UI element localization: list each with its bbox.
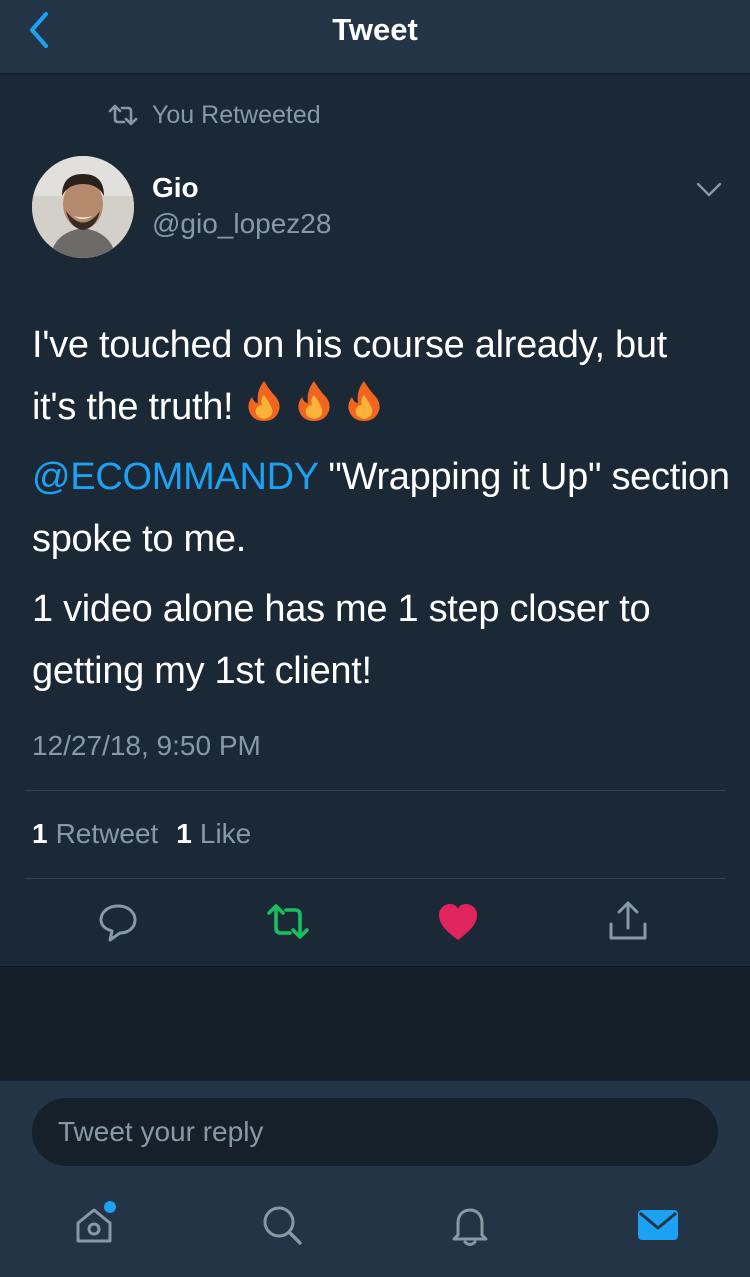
search-icon bbox=[263, 1206, 302, 1245]
tab-search[interactable] bbox=[258, 1201, 306, 1249]
author-handle[interactable]: @gio_lopez28 bbox=[152, 208, 331, 240]
replies-area bbox=[0, 967, 750, 1081]
avatar[interactable] bbox=[32, 156, 134, 258]
mention-link[interactable]: @ECOMMANDY bbox=[32, 456, 318, 498]
bell-icon bbox=[452, 1208, 488, 1246]
retweet-icon bbox=[267, 904, 309, 939]
retweet-button[interactable] bbox=[266, 900, 310, 944]
tweet-options-button[interactable] bbox=[694, 178, 724, 202]
top-bar: Tweet bbox=[0, 0, 750, 74]
divider bbox=[25, 790, 725, 791]
likes-stat[interactable]: 1 Like bbox=[176, 818, 251, 850]
share-icon bbox=[609, 901, 647, 940]
retweets-count: 1 bbox=[32, 818, 48, 849]
mail-icon bbox=[638, 1210, 678, 1240]
fire-emoji-icon bbox=[348, 381, 380, 421]
fire-emoji-group bbox=[244, 381, 385, 428]
divider bbox=[25, 878, 725, 879]
author-name[interactable]: Gio bbox=[152, 172, 199, 204]
reply-button[interactable] bbox=[96, 900, 140, 944]
tweet-paragraph-1: I've touched on his course already, but … bbox=[32, 314, 732, 438]
tweet-text-line-2: it's the truth! bbox=[32, 386, 234, 428]
tweet-paragraph-2: @ECOMMANDY "Wrapping it Up" section spok… bbox=[32, 446, 732, 570]
fire-emoji-icon bbox=[298, 381, 330, 421]
likes-label: Like bbox=[199, 818, 252, 849]
page-title: Tweet bbox=[332, 12, 418, 47]
tweet-paragraph-3: 1 video alone has me 1 step closer to ge… bbox=[32, 588, 651, 692]
avatar-image bbox=[32, 156, 134, 258]
tweet-text: I've touched on his course already, but … bbox=[32, 314, 732, 710]
chevron-down-icon bbox=[696, 182, 722, 197]
engagement-stats: 1 Retweet 1 Like bbox=[32, 818, 251, 850]
comment-icon bbox=[99, 904, 137, 942]
fire-emoji-icon bbox=[247, 381, 280, 421]
tab-home[interactable] bbox=[70, 1201, 118, 1249]
bottom-bar bbox=[0, 1081, 750, 1277]
retweets-stat[interactable]: 1 Retweet bbox=[32, 818, 158, 850]
retweets-label: Retweet bbox=[55, 818, 159, 849]
tweet-detail: You Retweeted Gio @gio_lopez28 I've touc… bbox=[0, 74, 750, 967]
share-button[interactable] bbox=[606, 900, 650, 944]
tweet-timestamp: 12/27/18, 9:50 PM bbox=[32, 730, 261, 761]
like-button[interactable] bbox=[436, 900, 480, 944]
tab-messages[interactable] bbox=[634, 1201, 682, 1249]
retweet-notice-label: You Retweeted bbox=[152, 100, 321, 129]
retweet-notice: You Retweeted bbox=[108, 100, 321, 130]
tweet-text-line-1: I've touched on his course already, but bbox=[32, 324, 667, 366]
home-icon bbox=[76, 1201, 116, 1243]
heart-icon bbox=[439, 904, 477, 940]
reply-input[interactable] bbox=[32, 1098, 718, 1166]
tab-notifications[interactable] bbox=[446, 1201, 494, 1249]
likes-count: 1 bbox=[176, 818, 192, 849]
retweet-icon bbox=[108, 104, 138, 126]
